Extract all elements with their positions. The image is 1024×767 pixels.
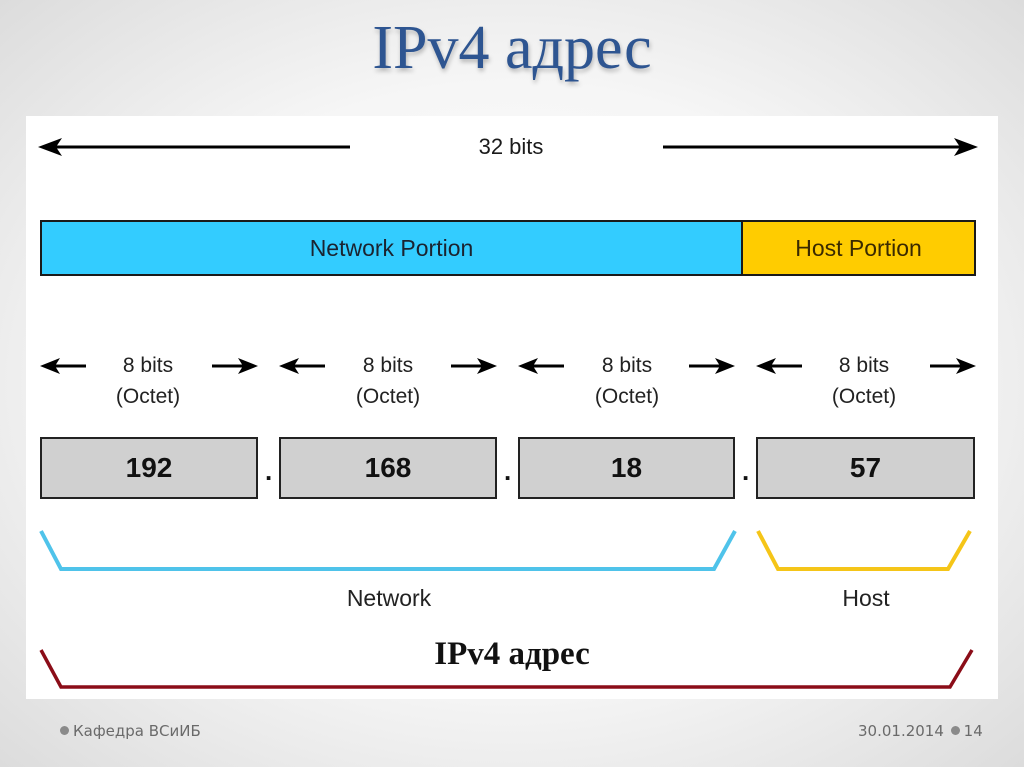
footer-department: Кафедра ВСиИБ	[60, 722, 201, 740]
footer-date-page: 30.01.2014 14	[858, 722, 983, 740]
network-bracket	[39, 530, 737, 571]
bullet-icon	[950, 726, 960, 735]
footer-department-text: Кафедра ВСиИБ	[73, 722, 201, 740]
network-bracket-label: Network	[346, 585, 432, 611]
footer-date: 30.01.2014	[858, 722, 944, 740]
host-bracket	[756, 529, 972, 571]
diagram-panel: 32 bits Network Portion Host Portion 8 b…	[26, 116, 998, 699]
page-number: 14	[963, 722, 983, 740]
slide-title: IPv4 адрес	[372, 14, 652, 82]
bullet-icon	[60, 726, 69, 735]
host-bracket-label: Host	[842, 585, 890, 611]
address-bracket-label: IPv4 адрес	[434, 636, 590, 672]
